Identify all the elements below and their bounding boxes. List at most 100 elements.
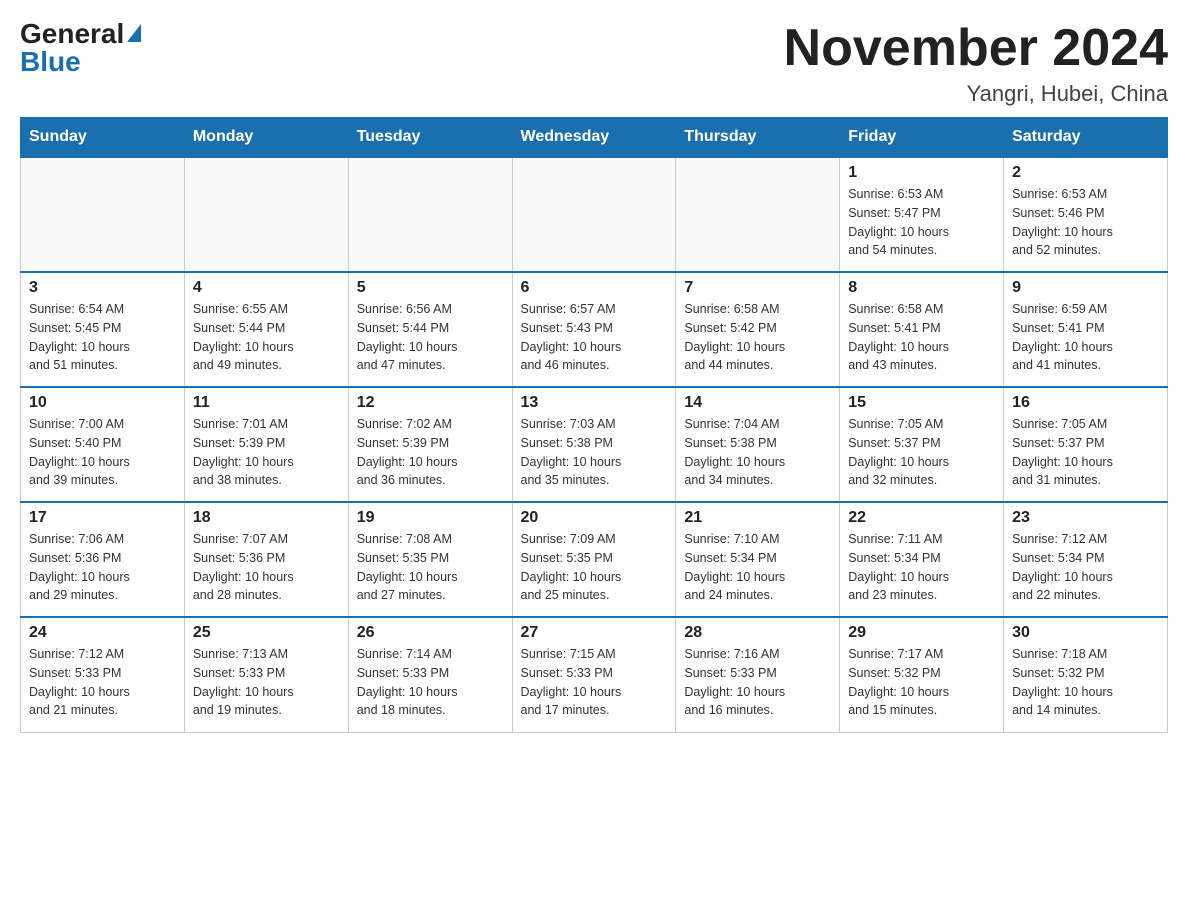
calendar-cell: 8Sunrise: 6:58 AMSunset: 5:41 PMDaylight… xyxy=(840,272,1004,387)
day-info: Sunrise: 7:17 AMSunset: 5:32 PMDaylight:… xyxy=(848,645,995,720)
day-number: 7 xyxy=(684,279,831,297)
day-info: Sunrise: 6:56 AMSunset: 5:44 PMDaylight:… xyxy=(357,300,504,375)
logo-triangle-icon xyxy=(127,24,141,42)
calendar-cell: 23 Sunrise: 7:12 AMSunset: 5:34 PMDayligh… xyxy=(1004,502,1168,617)
day-number: 20 xyxy=(521,509,668,527)
day-number: 14 xyxy=(684,394,831,412)
day-number: 16 xyxy=(1012,394,1159,412)
day-info: Sunrise: 7:13 AMSunset: 5:33 PMDaylight:… xyxy=(193,645,340,720)
calendar-cell: 18 Sunrise: 7:07 AMSunset: 5:36 PMDayligh… xyxy=(184,502,348,617)
calendar-cell: 13Sunrise: 7:03 AMSunset: 5:38 PMDayligh… xyxy=(512,387,676,502)
day-info: Sunrise: 6:54 AMSunset: 5:45 PMDaylight:… xyxy=(29,300,176,375)
day-number: 11 xyxy=(193,394,340,412)
day-number: 3 xyxy=(29,279,176,297)
day-number: 23 xyxy=(1012,509,1159,527)
calendar-table: SundayMondayTuesdayWednesdayThursdayFrid… xyxy=(20,117,1168,733)
day-info: Sunrise: 7:02 AMSunset: 5:39 PMDaylight:… xyxy=(357,415,504,490)
calendar-week-row: 24Sunrise: 7:12 AMSunset: 5:33 PMDayligh… xyxy=(21,617,1168,732)
calendar-cell: 27Sunrise: 7:15 AMSunset: 5:33 PMDayligh… xyxy=(512,617,676,732)
calendar-cell: 30 Sunrise: 7:18 AMSunset: 5:32 PMDayligh… xyxy=(1004,617,1168,732)
day-number: 27 xyxy=(521,624,668,642)
day-info: Sunrise: 7:05 AMSunset: 5:37 PMDaylight:… xyxy=(1012,415,1159,490)
column-header-saturday: Saturday xyxy=(1004,118,1168,158)
calendar-cell: 12 Sunrise: 7:02 AMSunset: 5:39 PMDayligh… xyxy=(348,387,512,502)
day-info: Sunrise: 7:09 AMSunset: 5:35 PMDaylight:… xyxy=(521,530,668,605)
calendar-week-row: 3 Sunrise: 6:54 AMSunset: 5:45 PMDaylight… xyxy=(21,272,1168,387)
day-info: Sunrise: 7:01 AMSunset: 5:39 PMDaylight:… xyxy=(193,415,340,490)
calendar-cell: 19 Sunrise: 7:08 AMSunset: 5:35 PMDayligh… xyxy=(348,502,512,617)
day-number: 25 xyxy=(193,624,340,642)
logo-general: General xyxy=(20,20,124,48)
day-info: Sunrise: 6:58 AMSunset: 5:41 PMDaylight:… xyxy=(848,300,995,375)
location-title: Yangri, Hubei, China xyxy=(784,81,1168,107)
day-info: Sunrise: 7:00 AMSunset: 5:40 PMDaylight:… xyxy=(29,415,176,490)
day-number: 13 xyxy=(521,394,668,412)
column-header-tuesday: Tuesday xyxy=(348,118,512,158)
calendar-week-row: 1 Sunrise: 6:53 AMSunset: 5:47 PMDaylight… xyxy=(21,157,1168,272)
day-info: Sunrise: 7:08 AMSunset: 5:35 PMDaylight:… xyxy=(357,530,504,605)
day-info: Sunrise: 7:04 AMSunset: 5:38 PMDaylight:… xyxy=(684,415,831,490)
day-number: 9 xyxy=(1012,279,1159,297)
day-number: 10 xyxy=(29,394,176,412)
day-info: Sunrise: 7:10 AMSunset: 5:34 PMDaylight:… xyxy=(684,530,831,605)
logo-blue: Blue xyxy=(20,46,81,78)
day-number: 24 xyxy=(29,624,176,642)
calendar-cell: 11 Sunrise: 7:01 AMSunset: 5:39 PMDayligh… xyxy=(184,387,348,502)
calendar-cell: 2Sunrise: 6:53 AMSunset: 5:46 PMDaylight… xyxy=(1004,157,1168,272)
calendar-cell: 20 Sunrise: 7:09 AMSunset: 5:35 PMDayligh… xyxy=(512,502,676,617)
calendar-cell: 17 Sunrise: 7:06 AMSunset: 5:36 PMDayligh… xyxy=(21,502,185,617)
logo-text: General xyxy=(20,20,141,48)
day-number: 6 xyxy=(521,279,668,297)
calendar-cell: 6 Sunrise: 6:57 AMSunset: 5:43 PMDaylight… xyxy=(512,272,676,387)
column-header-sunday: Sunday xyxy=(21,118,185,158)
day-info: Sunrise: 7:05 AMSunset: 5:37 PMDaylight:… xyxy=(848,415,995,490)
calendar-cell xyxy=(512,157,676,272)
calendar-cell xyxy=(184,157,348,272)
day-number: 30 xyxy=(1012,624,1159,642)
day-number: 4 xyxy=(193,279,340,297)
calendar-cell: 24Sunrise: 7:12 AMSunset: 5:33 PMDayligh… xyxy=(21,617,185,732)
day-number: 12 xyxy=(357,394,504,412)
month-title: November 2024 xyxy=(784,20,1168,77)
day-number: 19 xyxy=(357,509,504,527)
calendar-cell: 10 Sunrise: 7:00 AMSunset: 5:40 PMDayligh… xyxy=(21,387,185,502)
day-number: 22 xyxy=(848,509,995,527)
calendar-cell xyxy=(348,157,512,272)
title-area: November 2024 Yangri, Hubei, China xyxy=(784,20,1168,107)
calendar-cell xyxy=(21,157,185,272)
calendar-cell: 26 Sunrise: 7:14 AMSunset: 5:33 PMDayligh… xyxy=(348,617,512,732)
day-number: 29 xyxy=(848,624,995,642)
day-number: 15 xyxy=(848,394,995,412)
day-info: Sunrise: 7:11 AMSunset: 5:34 PMDaylight:… xyxy=(848,530,995,605)
day-number: 1 xyxy=(848,164,995,182)
day-number: 2 xyxy=(1012,164,1159,182)
calendar-cell: 9 Sunrise: 6:59 AMSunset: 5:41 PMDaylight… xyxy=(1004,272,1168,387)
day-info: Sunrise: 7:06 AMSunset: 5:36 PMDaylight:… xyxy=(29,530,176,605)
logo: General Blue xyxy=(20,20,141,78)
day-info: Sunrise: 6:59 AMSunset: 5:41 PMDaylight:… xyxy=(1012,300,1159,375)
day-number: 5 xyxy=(357,279,504,297)
column-header-wednesday: Wednesday xyxy=(512,118,676,158)
day-info: Sunrise: 6:53 AMSunset: 5:47 PMDaylight:… xyxy=(848,185,995,260)
day-number: 17 xyxy=(29,509,176,527)
column-header-friday: Friday xyxy=(840,118,1004,158)
calendar-cell: 1 Sunrise: 6:53 AMSunset: 5:47 PMDaylight… xyxy=(840,157,1004,272)
calendar-cell xyxy=(676,157,840,272)
header: General Blue November 2024 Yangri, Hubei… xyxy=(20,20,1168,107)
calendar-cell: 15 Sunrise: 7:05 AMSunset: 5:37 PMDayligh… xyxy=(840,387,1004,502)
day-info: Sunrise: 7:12 AMSunset: 5:34 PMDaylight:… xyxy=(1012,530,1159,605)
day-info: Sunrise: 7:18 AMSunset: 5:32 PMDaylight:… xyxy=(1012,645,1159,720)
day-number: 18 xyxy=(193,509,340,527)
day-number: 21 xyxy=(684,509,831,527)
calendar-week-row: 17 Sunrise: 7:06 AMSunset: 5:36 PMDayligh… xyxy=(21,502,1168,617)
calendar-week-row: 10 Sunrise: 7:00 AMSunset: 5:40 PMDayligh… xyxy=(21,387,1168,502)
day-number: 28 xyxy=(684,624,831,642)
calendar-cell: 21 Sunrise: 7:10 AMSunset: 5:34 PMDayligh… xyxy=(676,502,840,617)
calendar-cell: 29 Sunrise: 7:17 AMSunset: 5:32 PMDayligh… xyxy=(840,617,1004,732)
day-info: Sunrise: 7:07 AMSunset: 5:36 PMDaylight:… xyxy=(193,530,340,605)
day-info: Sunrise: 6:57 AMSunset: 5:43 PMDaylight:… xyxy=(521,300,668,375)
column-header-monday: Monday xyxy=(184,118,348,158)
day-number: 26 xyxy=(357,624,504,642)
calendar-cell: 28Sunrise: 7:16 AMSunset: 5:33 PMDayligh… xyxy=(676,617,840,732)
day-info: Sunrise: 7:14 AMSunset: 5:33 PMDaylight:… xyxy=(357,645,504,720)
